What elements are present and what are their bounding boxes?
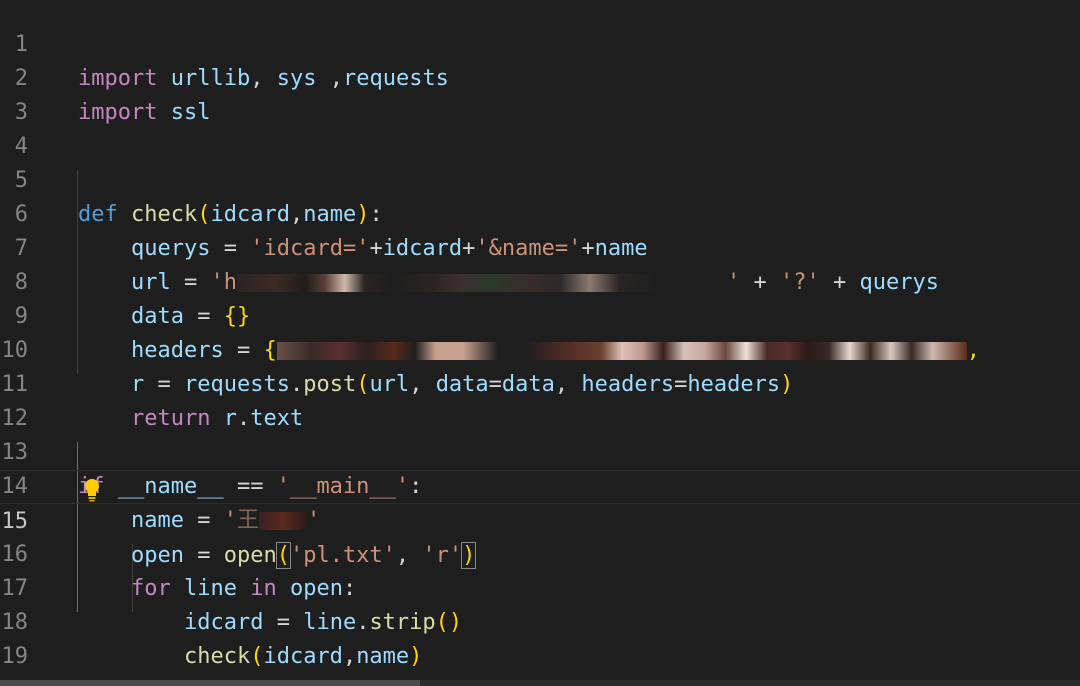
code-line-1[interactable]: 1 import urllib, sys ,requests — [0, 0, 1080, 91]
code-line-4[interactable]: 4 — [0, 96, 1080, 159]
code-line-12[interactable]: 12 — [0, 368, 1080, 431]
code-line-3[interactable]: 3 — [0, 62, 1080, 125]
code-line-14[interactable]: 14 name = '王 ' — [0, 436, 1080, 533]
lightbulb-icon[interactable] — [83, 478, 101, 502]
code-line-5[interactable]: 5 def check(idcard,name): — [0, 130, 1080, 227]
code-line-15[interactable]: 15 open = open('pl.txt', 'r') — [0, 470, 1080, 569]
code-line-16[interactable]: 16 for line in open: — [0, 504, 1080, 601]
code-line-7[interactable]: 7 url = 'h ' + '?' + querys — [0, 198, 1080, 295]
code-line-10[interactable]: 10 r = requests.post(url, data=data, hea… — [0, 300, 1080, 397]
code-line-20[interactable]: 20 — [0, 640, 1080, 686]
code-line-6[interactable]: 6 querys = 'idcard='+idcard+'&name='+nam… — [0, 164, 1080, 261]
code-line-11[interactable]: 11 return r.text — [0, 334, 1080, 431]
horizontal-scrollbar[interactable] — [0, 680, 1080, 686]
code-line-17[interactable]: 17 idcard = line.strip() — [0, 538, 1080, 635]
code-line-9[interactable]: 9 headers = {, — [0, 266, 1080, 363]
scrollbar-thumb[interactable] — [0, 680, 420, 686]
code-line-2[interactable]: 2 import ssl — [0, 28, 1080, 125]
code-line-13[interactable]: 13 if __name__ == '__main__': — [0, 402, 1080, 499]
code-line-19[interactable]: 19 — [0, 606, 1080, 669]
code-line-8[interactable]: 8 data = {} — [0, 232, 1080, 329]
code-line-18[interactable]: 18 check(idcard,name) — [0, 572, 1080, 669]
code-editor[interactable]: 1 import urllib, sys ,requests 2 import … — [0, 0, 1080, 686]
